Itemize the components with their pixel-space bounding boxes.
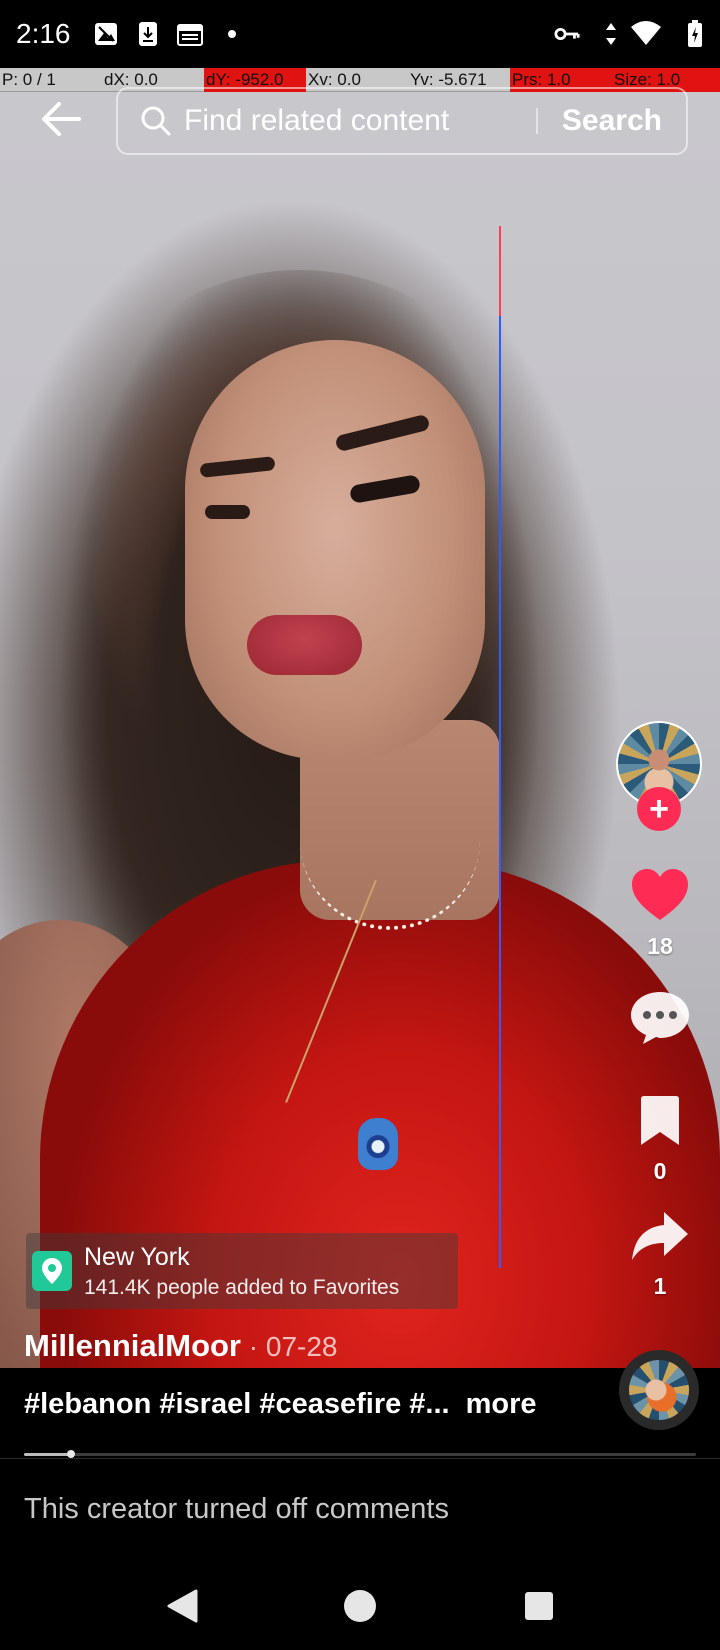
back-button[interactable]: [38, 98, 84, 144]
follow-button[interactable]: +: [637, 787, 681, 831]
pointer-trace-line: [499, 316, 501, 1268]
data-arrows-icon: [604, 21, 618, 47]
triangle-back-icon: [165, 1588, 199, 1629]
video-progress-bar[interactable]: [24, 1450, 696, 1458]
video-progress-fill: [24, 1453, 72, 1456]
save-count: 0: [653, 1158, 667, 1184]
music-disc[interactable]: [619, 1350, 699, 1430]
navigation-bar: [0, 1568, 720, 1650]
more-link[interactable]: more: [466, 1388, 537, 1421]
nav-back-button[interactable]: [160, 1586, 204, 1630]
search-box[interactable]: Find related content Search: [116, 87, 688, 155]
like-button[interactable]: 18: [620, 868, 700, 960]
location-name: New York: [84, 1242, 190, 1271]
photo-icon: [93, 21, 119, 47]
nav-recents-button[interactable]: [517, 1586, 561, 1630]
circle-home-icon: [342, 1588, 378, 1629]
video-frame-face: [185, 340, 485, 760]
comments-bar: This creator turned off comments: [0, 1458, 720, 1568]
like-count: 18: [647, 933, 673, 959]
search-input[interactable]: Find related content: [184, 104, 536, 138]
calendar-icon: [176, 21, 203, 47]
comments-disabled-notice: This creator turned off comments: [24, 1493, 449, 1525]
wifi-icon: [630, 21, 662, 47]
vpn-key-icon: [554, 21, 580, 47]
battery-charging-icon: [686, 20, 704, 47]
nav-home-button[interactable]: [338, 1586, 382, 1630]
location-pin-icon: [32, 1251, 72, 1291]
comment-button[interactable]: [620, 990, 700, 1051]
share-button[interactable]: 1: [620, 1210, 700, 1300]
video-frame-lips: [247, 615, 362, 675]
status-time: 2:16: [16, 18, 71, 49]
caption-text: #lebanon #israel #ceasefire #...: [24, 1388, 450, 1420]
creator-row[interactable]: MillennialMoor · 07-28: [24, 1328, 338, 1364]
search-button[interactable]: Search: [538, 104, 686, 138]
bookmark-icon: [637, 1095, 683, 1152]
video-progress-thumb[interactable]: [67, 1450, 76, 1458]
video-frame-pendant: [358, 1118, 398, 1170]
location-card[interactable]: New York 141.4K people added to Favorite…: [26, 1233, 458, 1309]
video-player[interactable]: [0, 0, 720, 1368]
caption-row[interactable]: #lebanon #israel #ceasefire #... more: [24, 1388, 624, 1421]
download-icon: [135, 21, 161, 47]
arrow-left-icon: [41, 101, 81, 142]
search-icon: [140, 105, 172, 137]
share-arrow-icon: [630, 1210, 690, 1267]
status-bar: 2:16: [0, 0, 720, 68]
post-date: · 07-28: [241, 1331, 338, 1362]
heart-icon: [630, 868, 690, 927]
share-count: 1: [653, 1273, 667, 1299]
debug-pointer-count: P: 0 / 1: [2, 70, 56, 89]
save-button[interactable]: 0: [620, 1095, 700, 1185]
pointer-trace-start: [499, 226, 501, 316]
video-frame-eye: [205, 505, 250, 519]
dot-icon: [219, 21, 245, 47]
creator-username[interactable]: MillennialMoor: [24, 1328, 241, 1363]
location-subtitle: 141.4K people added to Favorites: [84, 1275, 400, 1299]
comment-icon: [629, 990, 691, 1051]
square-recents-icon: [523, 1590, 555, 1627]
